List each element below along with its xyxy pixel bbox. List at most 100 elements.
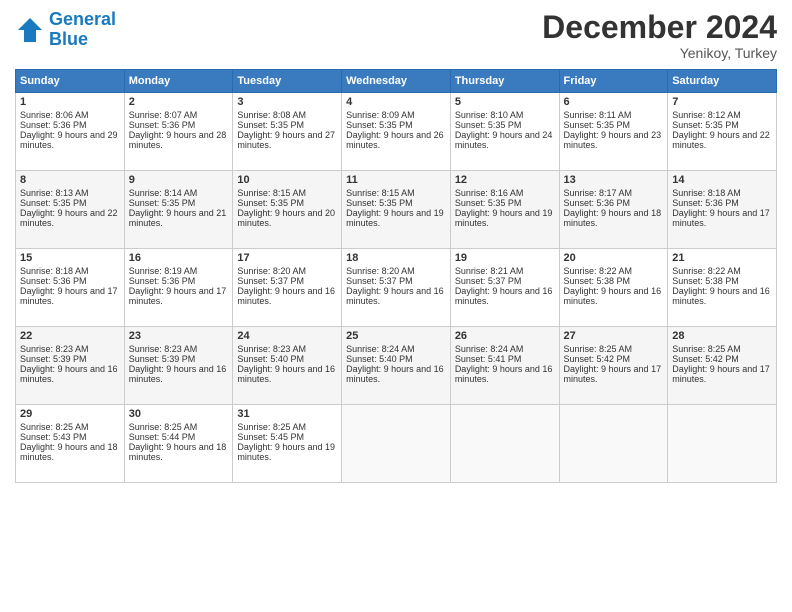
day-header: Friday — [559, 70, 668, 93]
sunrise-text: Sunrise: 8:20 AM — [237, 266, 306, 276]
calendar-cell: 11Sunrise: 8:15 AMSunset: 5:35 PMDayligh… — [342, 171, 451, 249]
daylight-text: Daylight: 9 hours and 27 minutes. — [237, 130, 335, 150]
daylight-text: Daylight: 9 hours and 16 minutes. — [672, 286, 770, 306]
daylight-text: Daylight: 9 hours and 16 minutes. — [129, 364, 227, 384]
daylight-text: Daylight: 9 hours and 19 minutes. — [346, 208, 444, 228]
sunrise-text: Sunrise: 8:13 AM — [20, 188, 89, 198]
sunset-text: Sunset: 5:35 PM — [455, 120, 522, 130]
daylight-text: Daylight: 9 hours and 16 minutes. — [20, 364, 118, 384]
sunset-text: Sunset: 5:39 PM — [129, 354, 196, 364]
day-number: 19 — [455, 252, 555, 264]
day-number: 2 — [129, 96, 229, 108]
sunset-text: Sunset: 5:45 PM — [237, 432, 304, 442]
daylight-text: Daylight: 9 hours and 18 minutes. — [20, 442, 118, 462]
daylight-text: Daylight: 9 hours and 21 minutes. — [129, 208, 227, 228]
sunset-text: Sunset: 5:39 PM — [20, 354, 87, 364]
sunset-text: Sunset: 5:36 PM — [672, 198, 739, 208]
sunset-text: Sunset: 5:42 PM — [672, 354, 739, 364]
day-number: 6 — [564, 96, 664, 108]
daylight-text: Daylight: 9 hours and 16 minutes. — [237, 286, 335, 306]
day-number: 14 — [672, 174, 772, 186]
day-number: 31 — [237, 408, 337, 420]
daylight-text: Daylight: 9 hours and 22 minutes. — [20, 208, 118, 228]
title-block: December 2024 Yenikoy, Turkey — [542, 10, 777, 61]
sunset-text: Sunset: 5:35 PM — [564, 120, 631, 130]
daylight-text: Daylight: 9 hours and 29 minutes. — [20, 130, 118, 150]
daylight-text: Daylight: 9 hours and 17 minutes. — [129, 286, 227, 306]
daylight-text: Daylight: 9 hours and 17 minutes. — [564, 364, 662, 384]
sunrise-text: Sunrise: 8:23 AM — [20, 344, 89, 354]
daylight-text: Daylight: 9 hours and 19 minutes. — [237, 442, 335, 462]
calendar-cell — [450, 405, 559, 483]
sunrise-text: Sunrise: 8:18 AM — [672, 188, 741, 198]
sunrise-text: Sunrise: 8:06 AM — [20, 110, 89, 120]
calendar-cell: 4Sunrise: 8:09 AMSunset: 5:35 PMDaylight… — [342, 93, 451, 171]
sunrise-text: Sunrise: 8:17 AM — [564, 188, 633, 198]
daylight-text: Daylight: 9 hours and 28 minutes. — [129, 130, 227, 150]
calendar-cell: 16Sunrise: 8:19 AMSunset: 5:36 PMDayligh… — [124, 249, 233, 327]
sunset-text: Sunset: 5:40 PM — [237, 354, 304, 364]
sunrise-text: Sunrise: 8:23 AM — [237, 344, 306, 354]
daylight-text: Daylight: 9 hours and 19 minutes. — [455, 208, 553, 228]
calendar-cell: 5Sunrise: 8:10 AMSunset: 5:35 PMDaylight… — [450, 93, 559, 171]
sunset-text: Sunset: 5:36 PM — [129, 120, 196, 130]
sunset-text: Sunset: 5:35 PM — [672, 120, 739, 130]
sunrise-text: Sunrise: 8:08 AM — [237, 110, 306, 120]
day-header: Tuesday — [233, 70, 342, 93]
sunset-text: Sunset: 5:37 PM — [455, 276, 522, 286]
day-number: 13 — [564, 174, 664, 186]
day-number: 16 — [129, 252, 229, 264]
daylight-text: Daylight: 9 hours and 22 minutes. — [672, 130, 770, 150]
day-number: 7 — [672, 96, 772, 108]
calendar-cell — [559, 405, 668, 483]
day-number: 10 — [237, 174, 337, 186]
sunset-text: Sunset: 5:35 PM — [237, 198, 304, 208]
calendar-week-row: 1Sunrise: 8:06 AMSunset: 5:36 PMDaylight… — [16, 93, 777, 171]
calendar-cell: 29Sunrise: 8:25 AMSunset: 5:43 PMDayligh… — [16, 405, 125, 483]
day-number: 20 — [564, 252, 664, 264]
day-number: 29 — [20, 408, 120, 420]
sunrise-text: Sunrise: 8:25 AM — [564, 344, 633, 354]
calendar-cell: 30Sunrise: 8:25 AMSunset: 5:44 PMDayligh… — [124, 405, 233, 483]
sunrise-text: Sunrise: 8:25 AM — [672, 344, 741, 354]
sunset-text: Sunset: 5:44 PM — [129, 432, 196, 442]
sunrise-text: Sunrise: 8:11 AM — [564, 110, 632, 120]
sunset-text: Sunset: 5:42 PM — [564, 354, 631, 364]
calendar-cell: 17Sunrise: 8:20 AMSunset: 5:37 PMDayligh… — [233, 249, 342, 327]
daylight-text: Daylight: 9 hours and 16 minutes. — [564, 286, 662, 306]
sunset-text: Sunset: 5:36 PM — [564, 198, 631, 208]
sunrise-text: Sunrise: 8:19 AM — [129, 266, 198, 276]
calendar-cell: 12 Sunrise: 8:16 AMSunset: 5:35 PMDayligh… — [450, 171, 559, 249]
calendar-cell: 13Sunrise: 8:17 AMSunset: 5:36 PMDayligh… — [559, 171, 668, 249]
calendar-cell: 31Sunrise: 8:25 AMSunset: 5:45 PMDayligh… — [233, 405, 342, 483]
day-number: 25 — [346, 330, 446, 342]
day-number: 18 — [346, 252, 446, 264]
calendar-cell: 22Sunrise: 8:23 AMSunset: 5:39 PMDayligh… — [16, 327, 125, 405]
sunset-text: Sunset: 5:35 PM — [455, 198, 522, 208]
day-number: 9 — [129, 174, 229, 186]
sunset-text: Sunset: 5:35 PM — [20, 198, 87, 208]
day-number: 30 — [129, 408, 229, 420]
calendar-cell: 3Sunrise: 8:08 AMSunset: 5:35 PMDaylight… — [233, 93, 342, 171]
sunset-text: Sunset: 5:35 PM — [346, 120, 413, 130]
day-number: 8 — [20, 174, 120, 186]
day-number: 23 — [129, 330, 229, 342]
daylight-text: Daylight: 9 hours and 20 minutes. — [237, 208, 335, 228]
day-header: Wednesday — [342, 70, 451, 93]
daylight-text: Daylight: 9 hours and 16 minutes. — [455, 286, 553, 306]
sunrise-text: Sunrise: 8:16 AM — [455, 188, 524, 198]
calendar-cell — [342, 405, 451, 483]
calendar-cell: 6Sunrise: 8:11 AMSunset: 5:35 PMDaylight… — [559, 93, 668, 171]
day-number: 26 — [455, 330, 555, 342]
calendar-cell: 14Sunrise: 8:18 AMSunset: 5:36 PMDayligh… — [668, 171, 777, 249]
calendar-week-row: 29Sunrise: 8:25 AMSunset: 5:43 PMDayligh… — [16, 405, 777, 483]
calendar-week-row: 22Sunrise: 8:23 AMSunset: 5:39 PMDayligh… — [16, 327, 777, 405]
day-number: 5 — [455, 96, 555, 108]
sunrise-text: Sunrise: 8:10 AM — [455, 110, 524, 120]
day-number: 3 — [237, 96, 337, 108]
calendar-cell: 10Sunrise: 8:15 AMSunset: 5:35 PMDayligh… — [233, 171, 342, 249]
day-number: 24 — [237, 330, 337, 342]
day-number: 12 — [455, 174, 555, 186]
header-row: SundayMondayTuesdayWednesdayThursdayFrid… — [16, 70, 777, 93]
sunset-text: Sunset: 5:43 PM — [20, 432, 87, 442]
